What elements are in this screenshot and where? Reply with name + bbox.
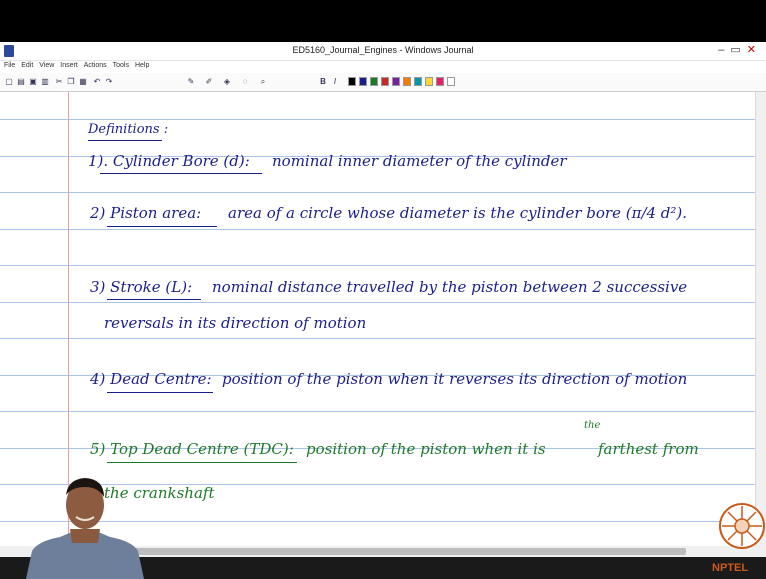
pen-color-swatch[interactable] xyxy=(381,77,389,86)
item-5-inserted-word: the xyxy=(584,420,601,431)
pen-color-swatch[interactable] xyxy=(447,77,455,86)
pen-color-swatch[interactable] xyxy=(425,77,433,86)
heading-underline xyxy=(88,140,162,141)
window-controls: –▭✕ xyxy=(718,43,762,56)
definitions-heading: Definitions : xyxy=(88,122,169,137)
ruled-line xyxy=(0,265,755,266)
maximize-button[interactable]: ▭ xyxy=(730,44,746,56)
lasso-icon[interactable]: ◌ xyxy=(240,76,250,87)
ruled-line xyxy=(0,119,755,120)
pen-color-swatch[interactable] xyxy=(359,77,367,86)
item-3-definition: nominal distance travelled by the piston… xyxy=(212,278,688,296)
menu-edit[interactable]: Edit xyxy=(21,62,33,69)
presenter-video xyxy=(26,478,144,579)
eraser-icon[interactable]: ◈ xyxy=(222,76,232,87)
item-1-underline xyxy=(100,173,262,174)
item-4-term: 4) Dead Centre: xyxy=(90,370,212,388)
ruled-line xyxy=(0,338,755,339)
item-2-definition: area of a circle whose diameter is the c… xyxy=(228,204,688,222)
ruled-line xyxy=(0,192,755,193)
cut-icon[interactable]: ✂ xyxy=(54,76,64,87)
nptel-logo-icon xyxy=(719,503,765,549)
item-1-definition: nominal inner diameter of the cylinder xyxy=(272,152,567,170)
menu-view[interactable]: View xyxy=(39,62,54,69)
redo-icon[interactable]: ↷ xyxy=(104,76,114,87)
highlighter-icon[interactable]: ✐ xyxy=(204,76,214,87)
item-5-definition-end: farthest from xyxy=(598,440,699,458)
italic-button[interactable]: I xyxy=(330,76,340,87)
menu-tools[interactable]: Tools xyxy=(113,62,129,69)
pen-icon[interactable]: ✎ xyxy=(186,76,196,87)
menu-actions[interactable]: Actions xyxy=(84,62,107,69)
ruled-line xyxy=(0,411,755,412)
menu-insert[interactable]: Insert xyxy=(60,62,78,69)
pen-color-swatch[interactable] xyxy=(370,77,378,86)
zoom-icon[interactable]: ⌕ xyxy=(258,76,268,87)
item-3-definition-line2: reversals in its direction of motion xyxy=(104,314,367,332)
minimize-button[interactable]: – xyxy=(718,44,730,56)
scrollbar-thumb[interactable] xyxy=(66,548,686,555)
new-icon[interactable]: ▢ xyxy=(4,76,14,87)
ruled-line xyxy=(0,302,755,303)
item-5-underline xyxy=(107,462,297,463)
menu-file[interactable]: File xyxy=(4,62,15,69)
close-button[interactable]: ✕ xyxy=(747,44,762,56)
pen-color-swatch[interactable] xyxy=(392,77,400,86)
pen-color-swatch[interactable] xyxy=(436,77,444,86)
item-2-term: 2) Piston area: xyxy=(90,204,202,222)
item-2-underline xyxy=(107,226,217,227)
print-icon[interactable]: ▥ xyxy=(40,76,50,87)
item-3-underline xyxy=(107,299,201,300)
item-4-underline xyxy=(107,392,213,393)
item-3-term: 3) Stroke (L): xyxy=(90,278,193,296)
pen-color-swatch[interactable] xyxy=(403,77,411,86)
item-5-definition: position of the piston when it is xyxy=(306,440,546,458)
vertical-scrollbar[interactable] xyxy=(755,92,766,546)
nptel-logo-text: NPTEL xyxy=(712,562,749,574)
menu-help[interactable]: Help xyxy=(135,62,149,69)
title-bar: ED5160_Journal_Engines - Windows Journal… xyxy=(0,42,766,61)
menu-bar: File Edit View Insert Actions Tools Help xyxy=(0,61,766,73)
copy-icon[interactable]: ❐ xyxy=(66,76,76,87)
item-4-definition: position of the piston when it reverses … xyxy=(222,370,688,388)
item-1-term: 1). Cylinder Bore (d): xyxy=(88,152,250,170)
undo-icon[interactable]: ↶ xyxy=(92,76,102,87)
black-top-band xyxy=(0,0,766,42)
paste-icon[interactable]: ▦ xyxy=(78,76,88,87)
pen-color-swatch[interactable] xyxy=(348,77,356,86)
open-icon[interactable]: ▤ xyxy=(16,76,26,87)
window-title: ED5160_Journal_Engines - Windows Journal xyxy=(292,45,474,55)
save-icon[interactable]: ▣ xyxy=(28,76,38,87)
item-5-term: 5) Top Dead Centre (TDC): xyxy=(90,440,294,458)
toolbar: ▢ ▤ ▣ ▥ ✂ ❐ ▦ ↶ ↷ ✎ ✐ ◈ ◌ ⌕ B I xyxy=(0,73,766,92)
pen-color-swatch[interactable] xyxy=(414,77,422,86)
ruled-line xyxy=(0,229,755,230)
bold-button[interactable]: B xyxy=(318,76,328,87)
